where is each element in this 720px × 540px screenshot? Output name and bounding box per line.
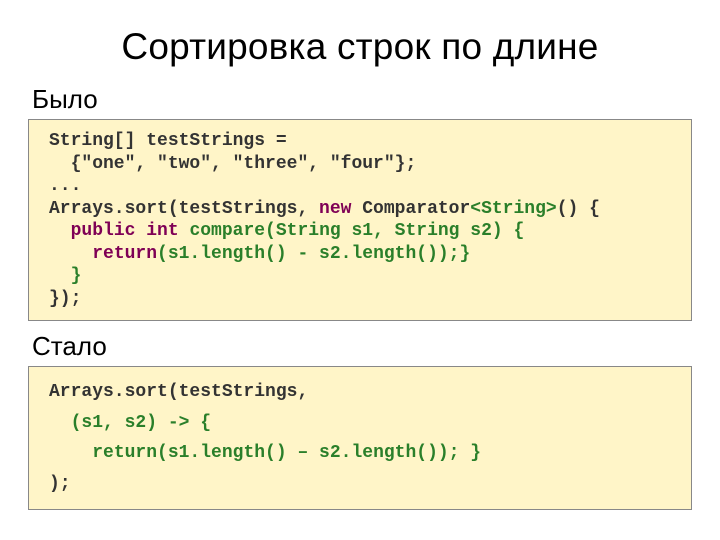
slide-title: Сортировка строк по длине (28, 26, 692, 68)
slide-root: Сортировка строк по длине Было String[] … (0, 0, 720, 540)
c1-l6-kw: return (92, 244, 157, 264)
label-before: Было (32, 84, 692, 115)
c1-l4a: Arrays.sort(testStrings, (49, 199, 319, 219)
code-before: String[] testStrings = {"one", "two", "t… (28, 119, 692, 321)
c1-l5-kw: public int (71, 221, 179, 241)
c1-l4b: Comparator (351, 199, 470, 219)
c1-l3: ... (49, 176, 81, 196)
c1-l7: } (49, 266, 81, 286)
c1-l6-ind (49, 244, 92, 264)
code-after: Arrays.sort(testStrings, (s1, s2) -> { r… (28, 366, 692, 510)
c1-l1: String[] testStrings = (49, 131, 297, 151)
c1-l5-ind (49, 221, 71, 241)
c2-l3-ind (49, 443, 92, 463)
c2-l4: ); (49, 474, 71, 494)
c1-l5-rest: compare(String s1, String s2) { (179, 221, 525, 241)
c2-l3: return(s1.length() – s2.length()); } (92, 443, 481, 463)
c2-l1: Arrays.sort(testStrings, (49, 382, 308, 402)
c1-l4c: () { (557, 199, 600, 219)
c1-l2: {"one", "two", "three", "four"}; (49, 154, 416, 174)
c1-new: new (319, 199, 351, 219)
c1-l6-rest: (s1.length() - s2.length());} (157, 244, 470, 264)
label-after: Стало (32, 331, 692, 362)
c1-gen: <String> (470, 199, 556, 219)
c2-l2: (s1, s2) -> { (71, 413, 211, 433)
c1-l8: }); (49, 289, 81, 309)
c2-l2-ind (49, 413, 71, 433)
